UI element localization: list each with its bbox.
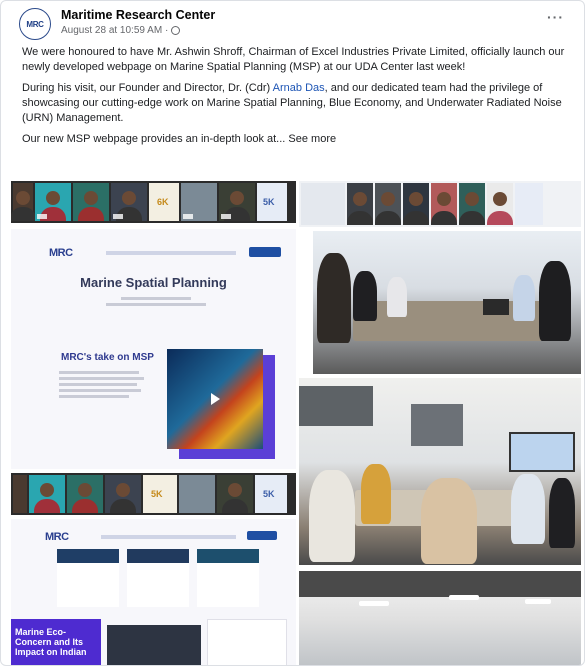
- presentation-screen: [509, 432, 575, 472]
- msp-webpage-screenshot-2[interactable]: MRC Marine Eco- Concern and Its Impact o…: [11, 519, 296, 665]
- participant-tile: [403, 183, 429, 225]
- participant-count: 6K: [157, 197, 169, 207]
- partner-logo-icon: [247, 531, 277, 540]
- attendee: [309, 470, 355, 562]
- video-call-strip-top-right[interactable]: [299, 181, 581, 227]
- post-media-grid: 6K 5K MRC Marine Spatial Planning MRC's …: [11, 181, 581, 665]
- article-card[interactable]: [127, 549, 189, 607]
- participant-tile: [111, 183, 147, 221]
- participant-tile: [487, 183, 513, 225]
- attendee: [317, 253, 351, 343]
- attendee: [353, 271, 377, 321]
- section-heading: MRC's take on MSP: [61, 352, 154, 363]
- ceiling-light: [525, 599, 551, 604]
- ceiling-light: [449, 595, 479, 600]
- mrc-logo: MRC: [49, 247, 73, 259]
- mention-link[interactable]: Arnab Das: [273, 82, 325, 94]
- post-timestamp[interactable]: August 28 at 10:59 AM ·: [61, 25, 181, 36]
- ceiling-light: [359, 601, 389, 606]
- msp-webpage-screenshot[interactable]: MRC Marine Spatial Planning MRC's take o…: [11, 229, 296, 469]
- banner-line: Marine Eco-: [15, 627, 67, 637]
- post-paragraph-1: We were honoured to have Mr. Ashwin Shro…: [22, 46, 565, 73]
- attendee: [361, 464, 391, 524]
- timestamp-text: August 28 at 10:59 AM ·: [61, 25, 169, 36]
- participant-tile: 5K: [143, 475, 177, 513]
- video-call-strip-top-left[interactable]: 6K 5K: [11, 181, 296, 223]
- participant-tile: [13, 475, 27, 513]
- webpage-subtitle-line: [121, 297, 191, 300]
- ceiling: [299, 571, 581, 597]
- window: [411, 404, 463, 446]
- dark-banner: [107, 625, 201, 665]
- webpage-subtitle-line: [106, 303, 206, 306]
- participant-tile: [29, 475, 65, 513]
- participant-count: 5K: [263, 489, 275, 499]
- mrc-logo: MRC: [45, 531, 69, 543]
- participant-tile: [179, 475, 215, 513]
- page-avatar[interactable]: MRC: [19, 8, 51, 40]
- participant-tile: [301, 183, 345, 225]
- video-call-strip-middle[interactable]: 5K 5K: [11, 473, 296, 515]
- participant-tile: [105, 475, 141, 513]
- attendee: [511, 474, 545, 544]
- section-text-line: [59, 371, 139, 374]
- paragraph-2-text: During his visit, our Founder and Direct…: [22, 82, 273, 94]
- participant-tile: [515, 183, 543, 225]
- meeting-photo-2[interactable]: [299, 378, 581, 565]
- participant-tile: [375, 183, 401, 225]
- section-text-line: [59, 383, 137, 386]
- meeting-photo-3[interactable]: [299, 571, 581, 665]
- participant-tile: [35, 183, 71, 221]
- meeting-photo-1[interactable]: [313, 231, 581, 374]
- window: [299, 386, 373, 426]
- participant-tile: [431, 183, 457, 225]
- partner-logo-icon: [249, 247, 281, 257]
- attendee: [387, 277, 407, 317]
- participant-count: 5K: [263, 197, 275, 207]
- webpage-nav-bar: [106, 251, 236, 255]
- attendee: [513, 275, 535, 321]
- more-options-button[interactable]: ···: [547, 9, 564, 25]
- globe-icon: [171, 26, 181, 35]
- post-paragraph-3: Our new MSP webpage provides an in-depth…: [22, 132, 567, 147]
- section-text-line: [59, 389, 141, 392]
- webpage-title: Marine Spatial Planning: [80, 275, 227, 290]
- article-card[interactable]: [57, 549, 119, 607]
- banner-line: Concern and Its: [15, 637, 84, 647]
- attendee: [421, 478, 477, 564]
- play-icon[interactable]: [211, 393, 220, 405]
- facebook-post-card: MRC Maritime Research Center August 28 a…: [0, 0, 585, 666]
- participant-tile: [459, 183, 485, 225]
- webpage-nav-bar: [101, 535, 236, 539]
- participant-tile: [67, 475, 103, 513]
- laptop: [483, 299, 509, 315]
- post-paragraph-2: During his visit, our Founder and Direct…: [22, 81, 567, 126]
- article-card[interactable]: [197, 549, 259, 607]
- avatar-logo-text: MRC: [26, 19, 44, 29]
- info-card: [207, 619, 287, 665]
- participant-tile: [217, 475, 253, 513]
- paragraph-3-text: Our new MSP webpage provides an in-depth…: [22, 133, 286, 145]
- participant-tile: 5K: [255, 475, 287, 513]
- participant-count: 5K: [151, 489, 163, 499]
- post-body: We were honoured to have Mr. Ashwin Shro…: [22, 45, 567, 153]
- participant-tile: [347, 183, 373, 225]
- banner-line: Impact on Indian: [15, 647, 87, 657]
- section-text-line: [59, 395, 129, 398]
- attendee: [549, 478, 575, 548]
- participant-tile: [11, 183, 36, 221]
- participant-tile: [181, 183, 217, 221]
- section-text-line: [59, 377, 144, 380]
- participant-tile: 6K: [149, 183, 179, 221]
- attendee: [539, 261, 571, 341]
- participant-tile: [73, 183, 109, 221]
- banner-heading: Marine Eco- Concern and Its Impact on In…: [15, 627, 87, 657]
- participant-tile: 5K: [257, 183, 287, 221]
- participant-tile: [219, 183, 255, 221]
- see-more-link[interactable]: See more: [288, 133, 336, 145]
- page-name-link[interactable]: Maritime Research Center: [61, 8, 215, 22]
- post-header: MRC Maritime Research Center August 28 a…: [13, 7, 572, 41]
